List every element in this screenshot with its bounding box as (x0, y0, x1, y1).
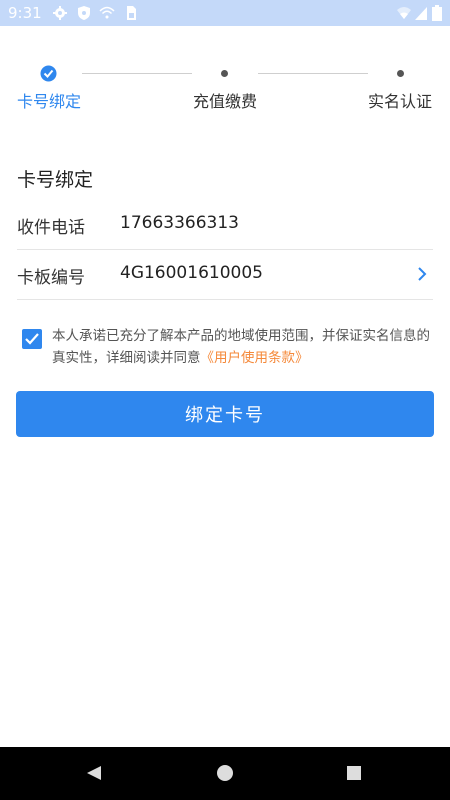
board-number-label: 卡板编号 (17, 268, 85, 288)
check-circle-icon (40, 65, 57, 82)
section-title: 卡号绑定 (17, 169, 94, 191)
back-icon[interactable] (86, 765, 102, 781)
wifi-off-icon (99, 6, 115, 19)
recents-icon[interactable] (346, 765, 362, 781)
board-number-value: 4G16001610005 (120, 263, 263, 283)
home-icon[interactable] (217, 765, 233, 781)
phone-row: 收件电话 17663366313 (17, 199, 433, 250)
step-dot-icon (221, 70, 228, 77)
step-connector (82, 73, 192, 74)
wifi-icon (397, 7, 411, 19)
step-dot-icon (397, 70, 404, 77)
agreement-text: 本人承诺已充分了解本产品的地域使用范围，并保证实名信息的真实性，详细阅读并同意《… (52, 325, 438, 369)
agree-checkbox[interactable] (22, 329, 42, 349)
status-bar: 9:31 (0, 0, 450, 26)
battery-icon (432, 5, 442, 21)
step-connector (258, 73, 368, 74)
sim-icon (127, 6, 136, 20)
step-label-recharge: 充值缴费 (193, 92, 258, 111)
step-label-verify: 实名认证 (368, 92, 433, 111)
chevron-right-icon[interactable] (417, 267, 427, 281)
status-time: 9:31 (8, 4, 42, 22)
terms-link[interactable]: 《用户使用条款》 (201, 350, 309, 366)
shield-icon (78, 6, 90, 20)
phone-label: 收件电话 (17, 218, 85, 238)
step-label-bind: 卡号绑定 (17, 92, 82, 111)
nav-bar (0, 747, 450, 800)
board-number-row[interactable]: 卡板编号 4G16001610005 (17, 249, 433, 300)
gear-icon (53, 6, 67, 20)
bind-card-button[interactable]: 绑定卡号 (16, 391, 434, 437)
phone-value: 17663366313 (120, 213, 239, 233)
progress-steps: 卡号绑定 充值缴费 实名认证 (0, 60, 450, 120)
check-icon (25, 333, 39, 345)
signal-icon (415, 7, 427, 20)
